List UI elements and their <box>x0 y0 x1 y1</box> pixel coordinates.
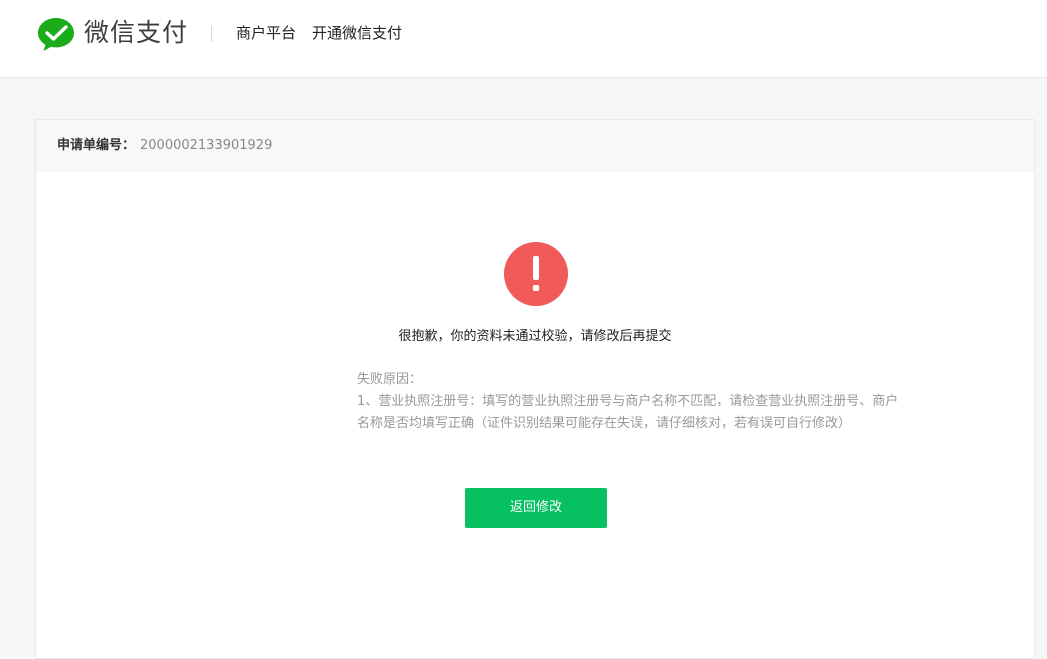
header-divider <box>211 26 212 42</box>
failure-reason-title: 失败原因： <box>357 372 423 387</box>
card-header: 申请单编号： 2000002133901929 <box>36 120 1034 172</box>
nav-merchant-platform-link[interactable]: 商户平台 <box>236 22 296 44</box>
application-number-label: 申请单编号： <box>57 138 136 153</box>
error-message: 很抱歉，你的资料未通过校验，请修改后再提交 <box>398 329 672 344</box>
exclamation-circle-icon <box>504 242 568 306</box>
failure-reason-text: 1、营业执照注册号：填写的营业执照注册号与商户名称不匹配，请检查营业执照注册号、… <box>357 394 899 431</box>
application-number-value: 2000002133901929 <box>140 138 273 153</box>
failure-reason: 失败原因： 1、营业执照注册号：填写的营业执照注册号与商户名称不匹配，请检查营业… <box>357 369 902 435</box>
brand-name: 微信支付 <box>84 18 189 47</box>
top-header: 微信支付 商户平台 开通微信支付 <box>0 0 1047 78</box>
application-result-card: 申请单编号： 2000002133901929 很抱歉，你的资料未通过校验，请修… <box>35 119 1035 659</box>
back-to-edit-button[interactable]: 返回修改 <box>465 488 607 528</box>
wechat-pay-logo-icon[interactable] <box>36 16 76 52</box>
nav-open-wechat-pay: 开通微信支付 <box>312 24 403 42</box>
